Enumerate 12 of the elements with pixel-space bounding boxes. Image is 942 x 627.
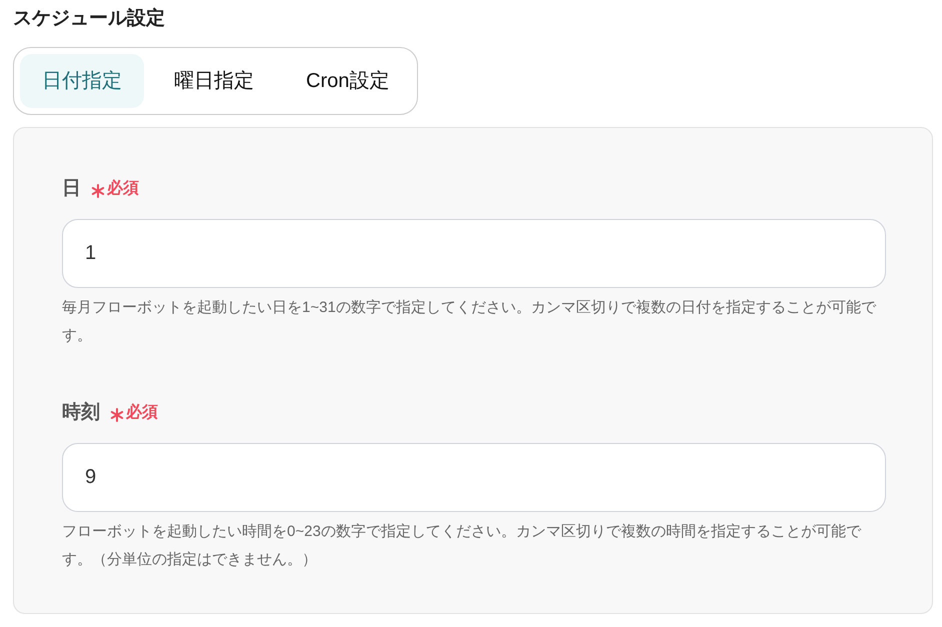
section-heading: スケジュール設定 xyxy=(13,6,166,31)
required-label: 必須 xyxy=(126,402,158,423)
required-label: 必須 xyxy=(107,178,139,199)
input-field[interactable]: 9 xyxy=(62,443,886,512)
help-text: 毎月フローボットを起動したい日を1~31の数字で指定してください。カンマ区切りで複数の日付を指定することが可能です。 xyxy=(62,298,878,346)
input-field[interactable]: 1 xyxy=(62,219,886,288)
tab[interactable]: Cron設定 xyxy=(284,54,412,108)
field-label: 日 xyxy=(62,176,81,201)
field-label: 時刻 xyxy=(62,400,100,425)
help-text: フローボットを起動したい時間を0~23の数字で指定してください。カンマ区切りで複数の時間を指定することが可能です。（分単位の指定はできません。） xyxy=(62,522,862,570)
tab[interactable]: 日付指定 xyxy=(20,54,144,108)
tab[interactable]: 曜日指定 xyxy=(152,54,276,108)
